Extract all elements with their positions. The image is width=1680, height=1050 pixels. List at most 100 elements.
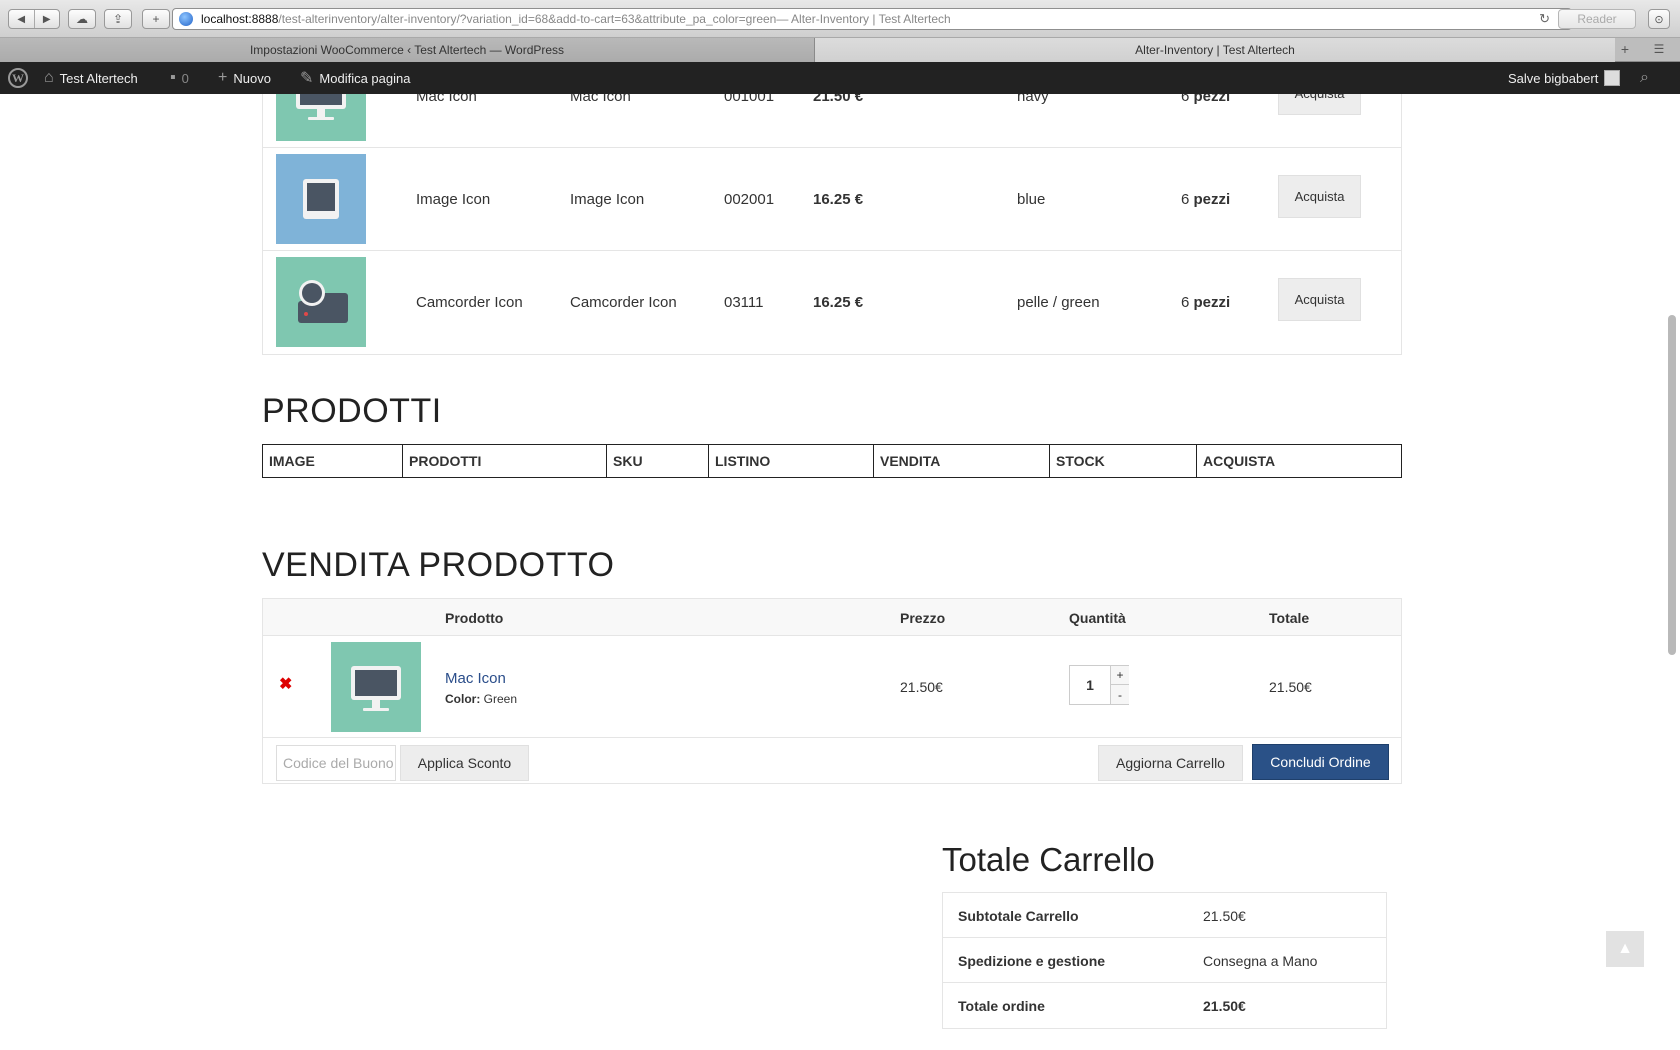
cart-product-link[interactable]: Mac Icon <box>445 670 506 687</box>
coupon-input[interactable]: Codice del Buono <box>276 745 396 781</box>
comments-count: 0 <box>181 70 189 86</box>
cart-item-price: 21.50€ <box>900 678 943 695</box>
stock-unit: pezzi <box>1193 94 1231 105</box>
tab-alter-inventory[interactable]: Alter-Inventory | Test Altertech <box>815 38 1615 62</box>
attribute-label: Color: <box>445 692 481 706</box>
cart-table-header: Prodotto Prezzo Quantità Totale <box>263 599 1401 636</box>
url-page-title: — Alter-Inventory | Test Altertech <box>776 12 951 26</box>
buy-button[interactable]: Acquista <box>1278 175 1361 218</box>
cart-table: Prodotto Prezzo Quantità Totale ✖ Mac Ic… <box>262 598 1402 784</box>
add-bookmark-icon[interactable]: + <box>142 9 170 29</box>
camcorder-thumbnail <box>276 257 366 347</box>
cart-totals-heading: Totale Carrello <box>942 841 1155 878</box>
plus-icon: + <box>218 69 228 86</box>
image-thumbnail <box>276 154 366 244</box>
variation-stock: 6 pezzi <box>1181 94 1230 148</box>
wordpress-logo-icon[interactable]: W <box>8 62 28 94</box>
totals-value: 21.50€ <box>1203 997 1246 1014</box>
cart-totals-table: Subtotale Carrello 21.50€ Spedizione e g… <box>942 892 1387 1029</box>
reader-button[interactable]: Reader <box>1558 9 1636 29</box>
variation-sku: 03111 <box>724 294 764 311</box>
monitor-thumbnail[interactable] <box>331 642 421 732</box>
tab-woocommerce-settings[interactable]: Impostazioni WooCommerce ‹ Test Altertec… <box>0 38 815 62</box>
stock-unit: pezzi <box>1193 191 1231 208</box>
apply-coupon-button[interactable]: Applica Sconto <box>400 745 529 781</box>
totals-value: 21.50€ <box>1203 907 1246 924</box>
totals-row: Spedizione e gestione Consegna a Mano <box>943 938 1386 983</box>
avatar <box>1604 70 1621 86</box>
page-scrollbar[interactable] <box>1668 315 1676 655</box>
variation-attribute: blue <box>1017 191 1046 208</box>
prodotti-table-header: IMAGE PRODOTTI SKU LISTINO VENDITA STOCK… <box>262 444 1402 478</box>
edit-page-label: Modifica pagina <box>319 70 411 86</box>
update-cart-button[interactable]: Aggiorna Carrello <box>1098 745 1243 781</box>
variation-sku: 001001 <box>724 94 775 105</box>
stock-number: 6 <box>1181 191 1190 208</box>
greeting: Salve bigbabert <box>1508 70 1599 86</box>
prodotti-heading: PRODOTTI <box>262 392 442 430</box>
variation-price: 16.25 € <box>813 294 864 311</box>
cart-item-row: ✖ Mac Icon Color: Green 21.50€ 1 + - 21.… <box>263 636 1401 738</box>
wp-logo-icon: W <box>8 68 28 88</box>
scroll-to-top-icon[interactable]: ▲ <box>1606 931 1644 967</box>
buy-button[interactable]: Acquista <box>1278 94 1361 115</box>
column-header: LISTINO <box>709 445 874 477</box>
totals-label: Totale ordine <box>958 997 1045 1014</box>
page-content: Mac Icon Mac Icon 001001 21.50 € navy 6 … <box>0 94 1680 1050</box>
reload-icon[interactable]: ↻ <box>1539 11 1550 27</box>
cart-actions: Codice del Buono Applica Sconto Aggiorna… <box>263 738 1401 784</box>
column-header: SKU <box>607 445 709 477</box>
variation-name: Mac Icon <box>416 94 477 105</box>
totals-value: Consegna a Mano <box>1203 952 1318 969</box>
decrement-button[interactable]: - <box>1110 685 1129 704</box>
new-content-link[interactable]: + Nuovo <box>218 62 271 94</box>
vendita-heading: VENDITA PRODOTTO <box>262 546 615 584</box>
column-header: Totale <box>1269 609 1310 626</box>
url-host: localhost:8888 <box>201 12 279 26</box>
variation-price: 16.25 € <box>813 191 864 208</box>
checkout-button[interactable]: Concludi Ordine <box>1252 744 1389 780</box>
address-bar[interactable]: localhost:8888/test-alterinventory/alter… <box>172 8 1572 30</box>
variation-stock: 6 pezzi <box>1181 251 1230 354</box>
share-icon[interactable]: ⇪ <box>104 9 132 29</box>
stock-number: 6 <box>1181 94 1190 105</box>
stock-unit: pezzi <box>1193 294 1231 311</box>
variation-product: Camcorder Icon <box>570 294 677 311</box>
variation-attribute: pelle / green <box>1017 294 1100 311</box>
history-nav: ◀ ▶ <box>8 9 60 29</box>
stock-number: 6 <box>1181 294 1190 311</box>
column-header: PRODOTTI <box>403 445 607 477</box>
variation-sku: 002001 <box>724 191 775 208</box>
downloads-icon[interactable]: ⊙ <box>1648 9 1670 29</box>
quantity-input[interactable]: 1 <box>1070 666 1110 704</box>
variation-price: 21.50 € <box>813 94 864 105</box>
back-icon[interactable]: ◀ <box>9 10 34 28</box>
table-row: Mac Icon Mac Icon 001001 21.50 € navy 6 … <box>263 94 1401 148</box>
site-name-link[interactable]: ⌂ Test Altertech <box>44 62 138 94</box>
column-header: Prodotto <box>445 609 504 626</box>
column-header: ACQUISTA <box>1203 453 1276 469</box>
pencil-icon: ✎ <box>300 70 314 87</box>
home-icon: ⌂ <box>44 69 54 86</box>
buy-button[interactable]: Acquista <box>1278 278 1361 321</box>
variation-attribute: navy <box>1017 94 1049 105</box>
wp-admin-bar: W ⌂ Test Altertech ▪ 0 + Nuovo ✎ Modific… <box>0 62 1680 94</box>
search-icon[interactable]: ⌕ <box>1640 62 1649 94</box>
column-header: Quantità <box>1069 609 1126 626</box>
browser-toolbar: ◀ ▶ ☁ ⇪ + localhost:8888/test-alterinven… <box>0 0 1680 38</box>
tab-bar: Impostazioni WooCommerce ‹ Test Altertec… <box>0 38 1680 62</box>
edit-page-link[interactable]: ✎ Modifica pagina <box>300 62 410 94</box>
icloud-icon[interactable]: ☁ <box>68 9 96 29</box>
tab-overview-icon[interactable]: ☰ <box>1646 40 1672 58</box>
table-row: Image Icon Image Icon 002001 16.25 € blu… <box>263 148 1401 251</box>
comment-icon: ▪ <box>170 69 176 86</box>
forward-icon[interactable]: ▶ <box>33 10 60 28</box>
comments-link[interactable]: ▪ 0 <box>170 62 189 94</box>
cart-product-attribute: Color: Green <box>445 692 517 706</box>
new-tab-icon[interactable]: + <box>1612 40 1638 58</box>
column-header: Prezzo <box>900 609 946 626</box>
my-account-link[interactable]: Salve bigbabert <box>1508 62 1621 94</box>
remove-item-icon[interactable]: ✖ <box>279 674 292 694</box>
increment-button[interactable]: + <box>1110 666 1129 685</box>
variations-table: Mac Icon Mac Icon 001001 21.50 € navy 6 … <box>262 94 1402 355</box>
